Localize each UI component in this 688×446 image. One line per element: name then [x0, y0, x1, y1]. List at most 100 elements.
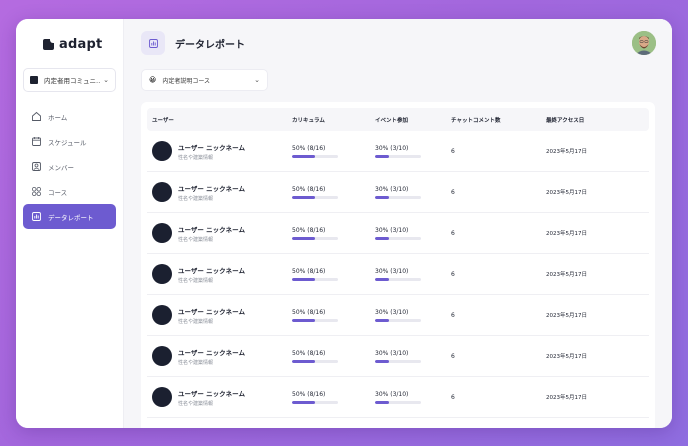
user-text: ユーザー ニックネーム 性名や建築情報	[178, 224, 245, 243]
user-avatar	[152, 264, 172, 284]
column-header-curriculum: カリキュラム	[292, 117, 325, 124]
event-percent: 30% (3/10)	[375, 185, 409, 193]
chevron-down-icon: ⌄	[103, 76, 109, 84]
event-percent: 30% (3/10)	[375, 349, 409, 357]
event-progress-bar	[375, 400, 421, 404]
user-avatar	[152, 305, 172, 325]
event-percent: 30% (3/10)	[375, 144, 409, 152]
user-nickname: ユーザー ニックネーム	[178, 389, 245, 398]
comment-count: 6	[451, 229, 455, 237]
user-text: ユーザー ニックネーム 性名や建築情報	[178, 347, 245, 366]
sidebar-item-members[interactable]: メンバー	[23, 154, 116, 179]
logo-text: adapt	[59, 36, 103, 52]
curriculum-percent: 50% (8/16)	[292, 185, 326, 193]
page-title: データレポート	[175, 39, 245, 51]
sidebar: adapt 内定者用コミュニ… ⌄ ホーム スケジュール メンバー コース デー…	[16, 19, 124, 428]
curriculum-cell: 50% (8/16)	[292, 186, 375, 199]
page-header: データレポート	[124, 19, 672, 67]
chart-icon	[141, 31, 165, 55]
user-cell: ユーザー ニックネーム 性名や建築情報	[147, 141, 292, 161]
curriculum-percent: 50% (8/16)	[292, 308, 326, 316]
main-content: データレポート 😀 内定者説明コース ⌄ ユーザー カリキュラム イベント参加	[124, 19, 672, 428]
org-select[interactable]: 内定者用コミュニ… ⌄	[23, 68, 116, 92]
last-access-date: 2023年5月17日	[546, 354, 587, 360]
curriculum-progress-fill	[292, 154, 315, 158]
last-access-date: 2023年5月17日	[546, 395, 587, 401]
table-row[interactable]: ユーザー ニックネーム 性名や建築情報 50% (8/16) 30% (3/10) 6 2…	[147, 254, 649, 295]
comment-count: 6	[451, 311, 455, 319]
curriculum-progress-bar	[292, 359, 338, 363]
user-nickname: ユーザー ニックネーム	[178, 225, 245, 234]
curriculum-progress-bar	[292, 195, 338, 199]
curriculum-progress-bar	[292, 318, 338, 322]
curriculum-cell: 50% (8/16)	[292, 268, 375, 281]
grid-icon	[31, 186, 42, 197]
curriculum-progress-fill	[292, 236, 315, 240]
table-row[interactable]: ユーザー ニックネーム 性名や建築情報 50% (8/16) 30% (3/10) 6 2…	[147, 377, 649, 418]
org-icon	[30, 76, 38, 84]
comment-count: 6	[451, 147, 455, 155]
event-progress-bar	[375, 195, 421, 199]
curriculum-progress-fill	[292, 318, 315, 322]
last-access-date: 2023年5月17日	[546, 313, 587, 319]
table-row[interactable]: ユーザー ニックネーム 性名や建築情報 50% (8/16) 30% (3/10) 6 2…	[147, 213, 649, 254]
column-header-comments: チャットコメント数	[451, 117, 501, 124]
table-body: ユーザー ニックネーム 性名や建築情報 50% (8/16) 30% (3/10) 6 2…	[147, 131, 649, 418]
curriculum-progress-bar	[292, 236, 338, 240]
last-access-date: 2023年5月17日	[546, 149, 587, 155]
event-percent: 30% (3/10)	[375, 308, 409, 316]
comment-count: 6	[451, 270, 455, 278]
user-avatar	[152, 346, 172, 366]
curriculum-progress-fill	[292, 400, 315, 404]
curriculum-progress-bar	[292, 400, 338, 404]
user-cell: ユーザー ニックネーム 性名や建築情報	[147, 182, 292, 202]
org-select-label: 内定者用コミュニ…	[44, 77, 101, 85]
event-cell: 30% (3/10)	[375, 268, 451, 281]
curriculum-percent: 50% (8/16)	[292, 390, 326, 398]
course-select[interactable]: 😀 内定者説明コース ⌄	[141, 69, 268, 91]
event-progress-fill	[375, 154, 389, 158]
sidebar-item-home[interactable]: ホーム	[23, 104, 116, 129]
event-progress-fill	[375, 236, 389, 240]
user-nickname: ユーザー ニックネーム	[178, 266, 245, 275]
app-window: adapt 内定者用コミュニ… ⌄ ホーム スケジュール メンバー コース デー…	[16, 19, 672, 428]
curriculum-percent: 50% (8/16)	[292, 267, 326, 275]
user-text: ユーザー ニックネーム 性名や建築情報	[178, 183, 245, 202]
comment-count: 6	[451, 188, 455, 196]
user-nickname: ユーザー ニックネーム	[178, 348, 245, 357]
table-row[interactable]: ユーザー ニックネーム 性名や建築情報 50% (8/16) 30% (3/10) 6 2…	[147, 336, 649, 377]
calendar-icon	[31, 136, 42, 147]
table-row[interactable]: ユーザー ニックネーム 性名や建築情報 50% (8/16) 30% (3/10) 6 2…	[147, 172, 649, 213]
sidebar-item-data-report[interactable]: データレポート	[23, 204, 116, 229]
sidebar-item-label: ホーム	[48, 113, 68, 122]
curriculum-progress-bar	[292, 154, 338, 158]
user-text: ユーザー ニックネーム 性名や建築情報	[178, 142, 245, 161]
event-progress-bar	[375, 277, 421, 281]
curriculum-cell: 50% (8/16)	[292, 227, 375, 240]
column-header-event: イベント参加	[375, 117, 409, 124]
table-row[interactable]: ユーザー ニックネーム 性名や建築情報 50% (8/16) 30% (3/10) 6 2…	[147, 295, 649, 336]
event-progress-bar	[375, 359, 421, 363]
sidebar-item-courses[interactable]: コース	[23, 179, 116, 204]
user-subtext: 性名や建築情報	[178, 277, 214, 284]
user-cell: ユーザー ニックネーム 性名や建築情報	[147, 223, 292, 243]
event-progress-bar	[375, 154, 421, 158]
avatar[interactable]	[632, 31, 656, 55]
home-icon	[31, 111, 42, 122]
last-access-date: 2023年5月17日	[546, 231, 587, 237]
sidebar-item-label: メンバー	[48, 163, 74, 172]
curriculum-cell: 50% (8/16)	[292, 350, 375, 363]
user-avatar	[152, 141, 172, 161]
column-header-user: ユーザー	[152, 117, 174, 124]
curriculum-percent: 50% (8/16)	[292, 349, 326, 357]
sidebar-item-schedule[interactable]: スケジュール	[23, 129, 116, 154]
event-percent: 30% (3/10)	[375, 390, 409, 398]
user-cell: ユーザー ニックネーム 性名や建築情報	[147, 387, 292, 407]
sidebar-item-label: コース	[48, 188, 68, 197]
table-row[interactable]: ユーザー ニックネーム 性名や建築情報 50% (8/16) 30% (3/10) 6 2…	[147, 131, 649, 172]
last-access-date: 2023年5月17日	[546, 272, 587, 278]
curriculum-progress-fill	[292, 359, 315, 363]
member-icon	[31, 161, 42, 172]
curriculum-cell: 50% (8/16)	[292, 391, 375, 404]
user-cell: ユーザー ニックネーム 性名や建築情報	[147, 264, 292, 284]
